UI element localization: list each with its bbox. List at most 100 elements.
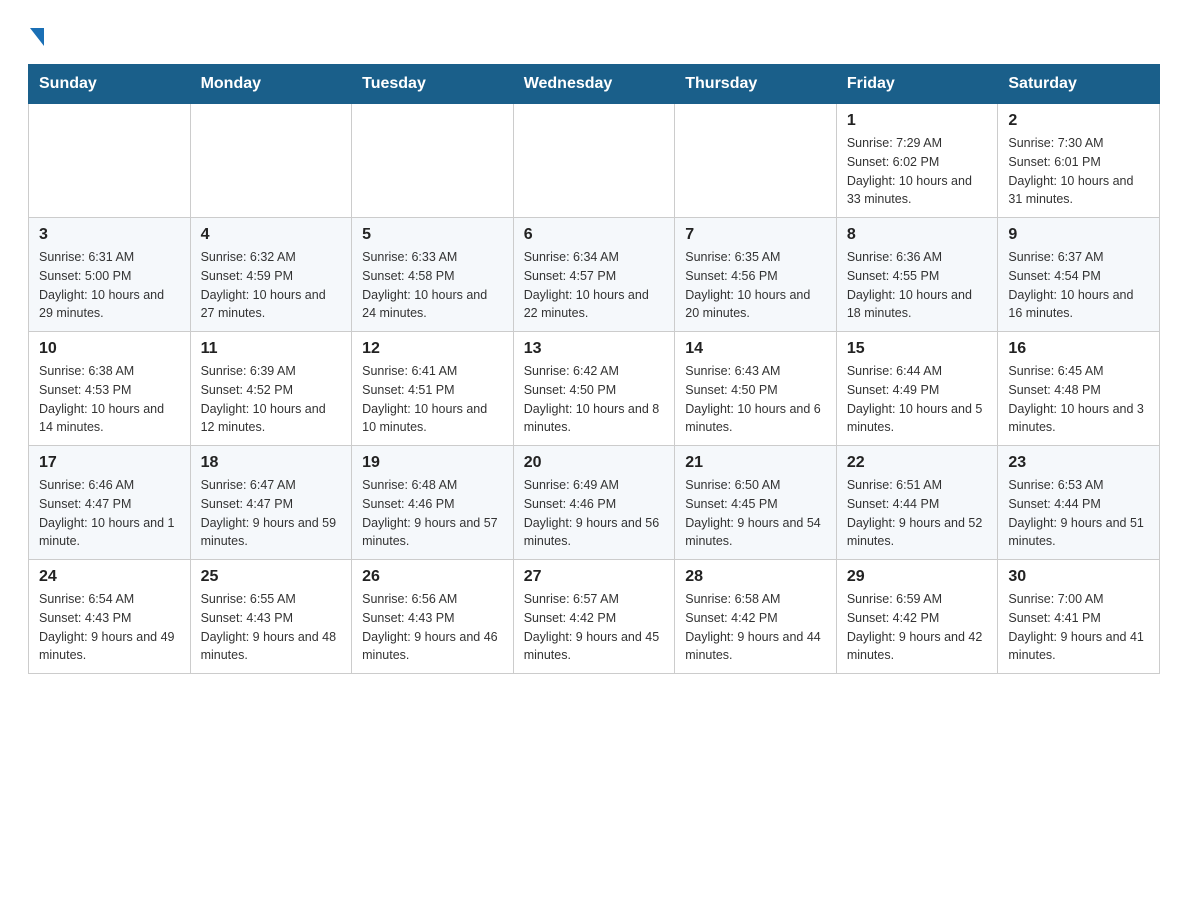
calendar-cell: 7 Sunrise: 6:35 AMSunset: 4:56 PMDaylight… (675, 218, 837, 332)
calendar-cell: 8 Sunrise: 6:36 AMSunset: 4:55 PMDaylight… (836, 218, 998, 332)
day-number: 19 (362, 454, 503, 472)
day-sun-info: Sunrise: 6:49 AMSunset: 4:46 PMDaylight:… (524, 476, 665, 551)
day-sun-info: Sunrise: 6:47 AMSunset: 4:47 PMDaylight:… (201, 476, 342, 551)
calendar-cell: 11Sunrise: 6:39 AMSunset: 4:52 PMDayligh… (190, 332, 352, 446)
day-number: 8 (847, 226, 988, 244)
week-row: 24Sunrise: 6:54 AMSunset: 4:43 PMDayligh… (29, 560, 1160, 674)
day-sun-info: Sunrise: 6:42 AMSunset: 4:50 PMDaylight:… (524, 362, 665, 437)
day-sun-info: Sunrise: 6:32 AMSunset: 4:59 PMDaylight:… (201, 248, 342, 323)
calendar-cell: 22 Sunrise: 6:51 AMSunset: 4:44 PMDayligh… (836, 446, 998, 560)
day-number: 2 (1008, 112, 1149, 130)
calendar-cell: 1 Sunrise: 7:29 AMSunset: 6:02 PMDaylight… (836, 104, 998, 218)
day-sun-info: Sunrise: 6:41 AMSunset: 4:51 PMDaylight:… (362, 362, 503, 437)
calendar-header-row: SundayMondayTuesdayWednesdayThursdayFrid… (29, 65, 1160, 104)
calendar-cell: 29 Sunrise: 6:59 AMSunset: 4:42 PMDayligh… (836, 560, 998, 674)
logo (28, 24, 44, 46)
day-of-week-header: Wednesday (513, 65, 675, 104)
day-sun-info: Sunrise: 6:39 AMSunset: 4:52 PMDaylight:… (201, 362, 342, 437)
calendar-cell (352, 104, 514, 218)
day-number: 22 (847, 454, 988, 472)
day-sun-info: Sunrise: 6:51 AMSunset: 4:44 PMDaylight:… (847, 476, 988, 551)
calendar-cell: 6Sunrise: 6:34 AMSunset: 4:57 PMDaylight… (513, 218, 675, 332)
calendar-cell (29, 104, 191, 218)
day-of-week-header: Saturday (998, 65, 1160, 104)
day-sun-info: Sunrise: 7:29 AMSunset: 6:02 PMDaylight:… (847, 134, 988, 209)
day-number: 6 (524, 226, 665, 244)
day-number: 5 (362, 226, 503, 244)
week-row: 1 Sunrise: 7:29 AMSunset: 6:02 PMDaylight… (29, 104, 1160, 218)
calendar-cell: 21 Sunrise: 6:50 AMSunset: 4:45 PMDayligh… (675, 446, 837, 560)
day-of-week-header: Thursday (675, 65, 837, 104)
day-sun-info: Sunrise: 6:58 AMSunset: 4:42 PMDaylight:… (685, 590, 826, 665)
calendar-cell: 10Sunrise: 6:38 AMSunset: 4:53 PMDayligh… (29, 332, 191, 446)
day-number: 16 (1008, 340, 1149, 358)
day-sun-info: Sunrise: 6:36 AMSunset: 4:55 PMDaylight:… (847, 248, 988, 323)
calendar-cell: 5 Sunrise: 6:33 AMSunset: 4:58 PMDaylight… (352, 218, 514, 332)
day-number: 21 (685, 454, 826, 472)
day-number: 30 (1008, 568, 1149, 586)
calendar-cell: 2 Sunrise: 7:30 AMSunset: 6:01 PMDaylight… (998, 104, 1160, 218)
day-sun-info: Sunrise: 7:00 AMSunset: 4:41 PMDaylight:… (1008, 590, 1149, 665)
day-sun-info: Sunrise: 6:53 AMSunset: 4:44 PMDaylight:… (1008, 476, 1149, 551)
day-sun-info: Sunrise: 6:31 AMSunset: 5:00 PMDaylight:… (39, 248, 180, 323)
day-sun-info: Sunrise: 6:37 AMSunset: 4:54 PMDaylight:… (1008, 248, 1149, 323)
day-number: 9 (1008, 226, 1149, 244)
day-sun-info: Sunrise: 6:59 AMSunset: 4:42 PMDaylight:… (847, 590, 988, 665)
day-number: 29 (847, 568, 988, 586)
calendar-cell: 18 Sunrise: 6:47 AMSunset: 4:47 PMDayligh… (190, 446, 352, 560)
day-number: 1 (847, 112, 988, 130)
calendar-cell: 16 Sunrise: 6:45 AMSunset: 4:48 PMDayligh… (998, 332, 1160, 446)
calendar-cell: 24Sunrise: 6:54 AMSunset: 4:43 PMDayligh… (29, 560, 191, 674)
day-sun-info: Sunrise: 6:56 AMSunset: 4:43 PMDaylight:… (362, 590, 503, 665)
day-of-week-header: Sunday (29, 65, 191, 104)
day-sun-info: Sunrise: 6:57 AMSunset: 4:42 PMDaylight:… (524, 590, 665, 665)
week-row: 17Sunrise: 6:46 AMSunset: 4:47 PMDayligh… (29, 446, 1160, 560)
day-number: 24 (39, 568, 180, 586)
day-of-week-header: Friday (836, 65, 998, 104)
calendar-cell: 23 Sunrise: 6:53 AMSunset: 4:44 PMDayligh… (998, 446, 1160, 560)
logo-general-text (28, 24, 44, 46)
day-number: 26 (362, 568, 503, 586)
calendar-cell: 15Sunrise: 6:44 AMSunset: 4:49 PMDayligh… (836, 332, 998, 446)
day-number: 28 (685, 568, 826, 586)
calendar-cell (513, 104, 675, 218)
day-sun-info: Sunrise: 6:35 AMSunset: 4:56 PMDaylight:… (685, 248, 826, 323)
day-number: 18 (201, 454, 342, 472)
day-number: 25 (201, 568, 342, 586)
calendar-cell: 14 Sunrise: 6:43 AMSunset: 4:50 PMDayligh… (675, 332, 837, 446)
day-number: 15 (847, 340, 988, 358)
day-sun-info: Sunrise: 6:33 AMSunset: 4:58 PMDaylight:… (362, 248, 503, 323)
day-sun-info: Sunrise: 6:46 AMSunset: 4:47 PMDaylight:… (39, 476, 180, 551)
day-of-week-header: Monday (190, 65, 352, 104)
week-row: 3 Sunrise: 6:31 AMSunset: 5:00 PMDaylight… (29, 218, 1160, 332)
calendar-cell (675, 104, 837, 218)
header (28, 24, 1160, 46)
day-number: 3 (39, 226, 180, 244)
calendar-cell: 9 Sunrise: 6:37 AMSunset: 4:54 PMDaylight… (998, 218, 1160, 332)
day-sun-info: Sunrise: 6:45 AMSunset: 4:48 PMDaylight:… (1008, 362, 1149, 437)
day-sun-info: Sunrise: 6:43 AMSunset: 4:50 PMDaylight:… (685, 362, 826, 437)
calendar-cell: 20 Sunrise: 6:49 AMSunset: 4:46 PMDayligh… (513, 446, 675, 560)
day-number: 23 (1008, 454, 1149, 472)
calendar-table: SundayMondayTuesdayWednesdayThursdayFrid… (28, 64, 1160, 674)
day-number: 14 (685, 340, 826, 358)
calendar-cell: 30 Sunrise: 7:00 AMSunset: 4:41 PMDayligh… (998, 560, 1160, 674)
calendar-cell: 3 Sunrise: 6:31 AMSunset: 5:00 PMDaylight… (29, 218, 191, 332)
day-number: 20 (524, 454, 665, 472)
calendar-cell: 26 Sunrise: 6:56 AMSunset: 4:43 PMDayligh… (352, 560, 514, 674)
calendar-cell: 25 Sunrise: 6:55 AMSunset: 4:43 PMDayligh… (190, 560, 352, 674)
day-sun-info: Sunrise: 6:50 AMSunset: 4:45 PMDaylight:… (685, 476, 826, 551)
logo-arrow-icon (30, 28, 44, 46)
day-sun-info: Sunrise: 6:55 AMSunset: 4:43 PMDaylight:… (201, 590, 342, 665)
calendar-cell: 27Sunrise: 6:57 AMSunset: 4:42 PMDayligh… (513, 560, 675, 674)
day-sun-info: Sunrise: 7:30 AMSunset: 6:01 PMDaylight:… (1008, 134, 1149, 209)
day-number: 7 (685, 226, 826, 244)
day-number: 10 (39, 340, 180, 358)
calendar-cell (190, 104, 352, 218)
calendar-cell: 17Sunrise: 6:46 AMSunset: 4:47 PMDayligh… (29, 446, 191, 560)
day-number: 13 (524, 340, 665, 358)
calendar-cell: 19Sunrise: 6:48 AMSunset: 4:46 PMDayligh… (352, 446, 514, 560)
day-number: 12 (362, 340, 503, 358)
calendar-cell: 4Sunrise: 6:32 AMSunset: 4:59 PMDaylight… (190, 218, 352, 332)
calendar-cell: 12 Sunrise: 6:41 AMSunset: 4:51 PMDayligh… (352, 332, 514, 446)
